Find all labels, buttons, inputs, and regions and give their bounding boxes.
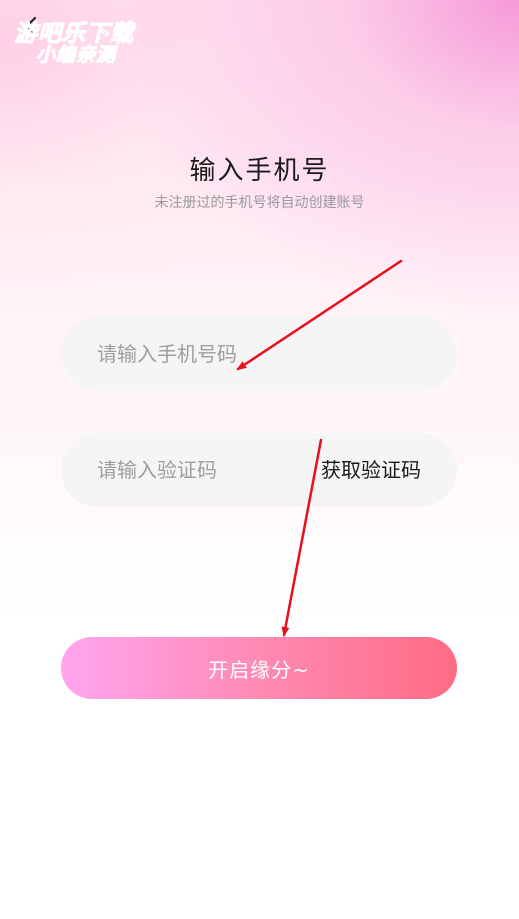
page-title: 输入手机号 [189,156,330,186]
page-subtitle: 未注册过的手机号将自动创建账号 [154,195,365,211]
code-field: 获取验证码 [61,433,457,507]
watermark-line-2: 小编亲测 [35,44,117,67]
phone-input[interactable] [97,317,427,391]
phone-field [61,317,457,391]
verification-code-input[interactable] [97,433,297,507]
submit-button[interactable]: 开启缘分~ [61,637,457,699]
watermark-logo: 游吧乐下载 小编亲测 [8,8,148,68]
get-code-button[interactable]: 获取验证码 [321,433,421,507]
